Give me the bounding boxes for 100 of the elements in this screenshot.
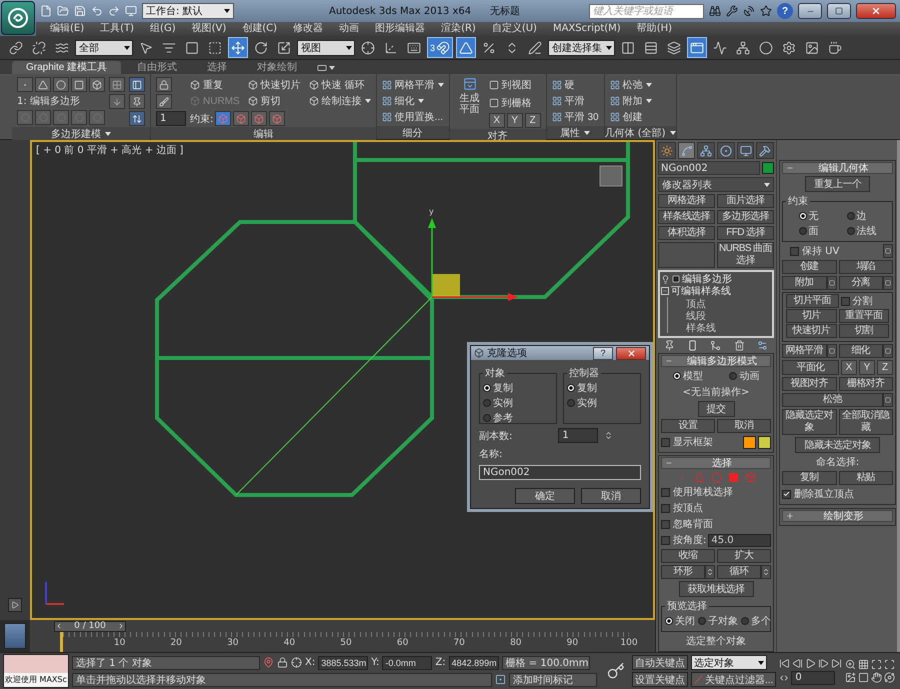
ribbon-button[interactable]: 硬 xyxy=(552,77,599,93)
menu-item[interactable]: 工具(T) xyxy=(92,22,142,36)
ribbon-button[interactable]: 使用置换... xyxy=(382,109,444,125)
checkbox[interactable]: 使用堆栈选择 xyxy=(661,485,771,499)
panel-button[interactable]: 重复上一个 xyxy=(804,176,870,192)
panel-button[interactable]: 提交 xyxy=(698,401,734,417)
panel-button[interactable]: 创建 xyxy=(782,260,836,274)
panel-button[interactable]: 获取堆栈选择 xyxy=(678,581,754,597)
stack-item[interactable]: 可编辑样条线 xyxy=(661,285,771,297)
checkbox[interactable]: 按顶点 xyxy=(661,501,771,515)
panel-button[interactable]: 取消 xyxy=(717,419,771,433)
modifier-button[interactable]: 面片选择 xyxy=(717,194,774,208)
radio-option[interactable]: 关闭 xyxy=(665,614,695,628)
radio-option[interactable]: 实例 xyxy=(567,396,637,410)
ribbon-button[interactable]: 到栅格 xyxy=(488,95,541,111)
rollout-header[interactable]: 编辑多边形模式 xyxy=(661,355,771,367)
menu-item[interactable]: MAXScript(M) xyxy=(544,22,629,36)
radio-option[interactable]: 子对象 xyxy=(698,614,738,628)
ribbon-button[interactable]: 快速 循环 xyxy=(308,77,371,93)
rollout-header[interactable]: 选择 xyxy=(661,457,771,469)
radio-option[interactable]: 无 xyxy=(798,209,818,223)
stack-item[interactable]: 顶点 xyxy=(667,297,771,309)
panel-button[interactable]: 收缩 xyxy=(661,549,715,563)
stack-item[interactable]: 样条线 xyxy=(667,321,771,333)
panel-button[interactable]: 分离 xyxy=(838,276,883,290)
toolbar-dropdown[interactable]: 视图 xyxy=(297,40,355,56)
workspace-dropdown[interactable]: 工作台: 默认 xyxy=(142,3,234,19)
search-field[interactable]: 键入关键字或短语 xyxy=(589,4,704,18)
panel-button[interactable]: 隐藏选定对象 xyxy=(782,409,836,435)
axis-button[interactable]: Z xyxy=(877,360,893,375)
menu-item[interactable]: 渲染(R) xyxy=(433,22,484,36)
radio-option[interactable]: 复制 xyxy=(567,381,637,395)
ribbon-button[interactable]: 生成平面 xyxy=(454,77,485,123)
ribbon-tab[interactable]: 自由形式 xyxy=(123,61,192,74)
modifier-button[interactable]: 体积选择 xyxy=(658,226,715,240)
stack-item[interactable]: 编辑多边形 xyxy=(661,273,771,285)
axis-button[interactable]: X xyxy=(488,113,505,128)
ribbon-button[interactable]: 平滑 xyxy=(552,93,599,109)
ribbon-button[interactable]: 到视图 xyxy=(488,77,541,93)
checkbox[interactable]: 忽略背面 xyxy=(661,517,771,531)
coordinate-field[interactable]: -0.0mm xyxy=(382,656,432,670)
checkbox[interactable]: 删除孤立顶点 xyxy=(782,487,893,501)
dialog-button[interactable]: 确定 xyxy=(515,488,575,504)
menu-item[interactable]: 视图(V) xyxy=(184,22,234,36)
ribbon-tab[interactable]: Graphite 建模工具 xyxy=(12,61,122,74)
name-field[interactable]: NGon002 xyxy=(479,465,641,480)
panel-button[interactable]: 切片 xyxy=(786,309,836,323)
menu-item[interactable]: 图形编辑器 xyxy=(367,22,434,36)
copies-field[interactable]: 1 xyxy=(558,428,598,443)
panel-button[interactable]: 视图对齐 xyxy=(782,377,836,391)
ribbon-button[interactable]: 附加 xyxy=(610,93,652,109)
panel-button[interactable]: 细化 xyxy=(838,344,883,358)
key-filters-button[interactable]: 关键点过滤器... xyxy=(691,672,776,687)
radio-option[interactable]: 复制 xyxy=(483,381,553,395)
modifier-button[interactable]: 样条线选择 xyxy=(658,210,715,224)
ribbon-tab[interactable]: 选择 xyxy=(193,61,242,74)
menu-item[interactable]: 自定义(U) xyxy=(484,22,545,36)
ribbon-button[interactable]: 重复 xyxy=(190,77,240,93)
object-name-field[interactable]: NGon002 xyxy=(658,161,760,175)
time-slider[interactable]: 0 / 100 xyxy=(54,620,126,632)
dialog-button[interactable]: 取消 xyxy=(581,488,641,504)
panel-button[interactable]: 全部取消隐藏 xyxy=(838,409,893,435)
panel-button[interactable]: 切片平面 xyxy=(786,294,838,308)
key-mode-dropdown[interactable]: 选定对象 xyxy=(691,655,767,670)
radio-option[interactable]: 模型 xyxy=(672,369,703,383)
axis-button[interactable]: Y xyxy=(859,360,875,375)
axis-button[interactable]: Z xyxy=(524,113,541,128)
ribbon-button[interactable]: 快速切片 xyxy=(248,77,301,93)
ribbon-button[interactable]: 剪切 xyxy=(248,93,301,109)
panel-button[interactable]: 塌陷 xyxy=(838,260,893,274)
auto-key-button[interactable]: 自动关键点 xyxy=(632,655,688,670)
panel-button[interactable]: 设置 xyxy=(661,419,715,433)
radio-option[interactable]: 边 xyxy=(846,209,876,223)
axis-button[interactable]: X xyxy=(841,360,857,375)
radio-option[interactable]: 实例 xyxy=(483,396,553,410)
rollout-header[interactable]: 编辑几何体 xyxy=(782,162,893,174)
panel-button[interactable]: 切割 xyxy=(838,324,889,338)
panel-button[interactable]: 环形 xyxy=(661,565,705,579)
checkbox[interactable]: 按角度: xyxy=(661,533,706,547)
panel-button[interactable]: 复制 xyxy=(782,471,836,485)
set-key-button[interactable]: 设置关键点 xyxy=(632,672,688,687)
radio-option[interactable]: 法线 xyxy=(846,224,876,238)
menu-item[interactable]: 帮助(H) xyxy=(628,22,680,36)
stack-item[interactable]: 线段 xyxy=(667,309,771,321)
menu-item[interactable]: 编辑(E) xyxy=(42,22,92,36)
panel-button[interactable]: 扩大 xyxy=(717,549,771,563)
panel-button[interactable]: 循环 xyxy=(717,565,761,579)
checkbox[interactable]: 保持 UV xyxy=(790,244,840,258)
help-button[interactable]: ? xyxy=(593,346,613,360)
menu-item[interactable]: 组(G) xyxy=(142,22,184,36)
menu-item[interactable]: 修改器 xyxy=(285,22,332,36)
ribbon-button[interactable]: 松弛 xyxy=(610,77,652,93)
magnet-tool-button[interactable]: 3 xyxy=(427,37,454,58)
panel-button[interactable]: 松弛 xyxy=(782,393,883,407)
rollout-header[interactable]: 绘制变形 xyxy=(782,510,893,522)
checkbox[interactable]: 分割 xyxy=(840,294,872,308)
panel-button[interactable]: 快速切片 xyxy=(786,324,836,338)
radio-option[interactable]: 参考 xyxy=(483,411,553,425)
toolbar-dropdown[interactable]: 全部 xyxy=(75,40,133,56)
radio-option[interactable]: 面 xyxy=(798,224,818,238)
